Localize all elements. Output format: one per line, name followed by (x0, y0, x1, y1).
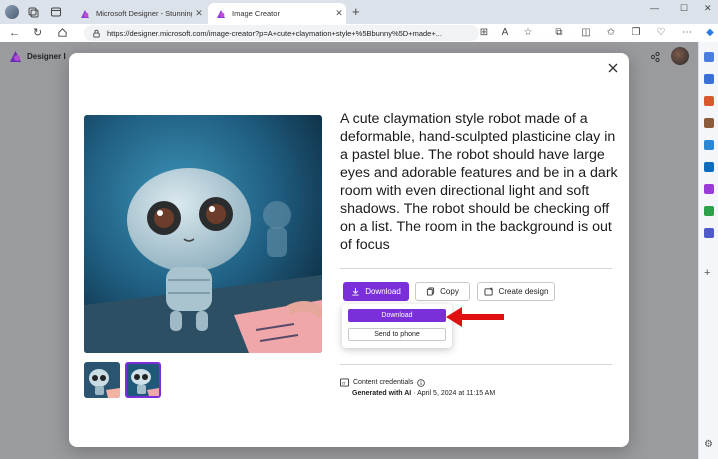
thumbnail-image (84, 362, 120, 398)
extensions-icon[interactable]: ⧉ (553, 27, 565, 39)
search-icon[interactable] (704, 52, 714, 62)
favorite-star-icon[interactable]: ☆ (522, 27, 534, 39)
browser-tab-strip: Microsoft Designer - Stunning de ✕ Image… (0, 0, 718, 24)
tab-title: Image Creator (232, 9, 280, 18)
window-close-icon[interactable]: ✕ (704, 3, 712, 14)
create-design-button[interactable]: Create design (477, 282, 555, 301)
collections-icon[interactable]: ❐ (630, 27, 642, 39)
designer-favicon-icon (217, 9, 225, 18)
browser-profile-avatar[interactable] (5, 5, 19, 19)
app-available-icon[interactable]: ⊞ (478, 27, 490, 39)
tab-close-icon[interactable]: ✕ (192, 8, 206, 19)
copilot-icon[interactable]: ◆ (704, 27, 716, 39)
thumbnail-2-selected[interactable] (125, 362, 161, 398)
designer-icon[interactable] (704, 184, 714, 194)
annotation-arrow (446, 307, 504, 327)
games-icon[interactable] (704, 118, 714, 128)
minimize-icon[interactable]: — (650, 3, 659, 13)
svg-text:cr: cr (342, 381, 346, 386)
tab-image-creator[interactable]: Image Creator ✕ (208, 3, 346, 24)
url-text: https://designer.microsoft.com/image-cre… (107, 28, 442, 38)
favorites-icon[interactable]: ✩ (605, 27, 617, 39)
user-avatar[interactable] (671, 47, 689, 65)
app-name: Designer I (27, 52, 66, 61)
robot-illustration (84, 115, 322, 353)
split-screen-icon[interactable]: ◫ (580, 27, 592, 39)
content-credentials-icon: cr (340, 378, 349, 387)
home-icon[interactable] (57, 27, 68, 38)
address-bar[interactable]: https://designer.microsoft.com/image-cre… (84, 25, 479, 41)
divider (340, 364, 612, 365)
generated-image (84, 115, 322, 353)
outlook-icon[interactable] (704, 162, 714, 172)
read-aloud-icon[interactable]: A (499, 27, 511, 39)
add-sidebar-icon[interactable]: + (704, 268, 714, 279)
maximize-icon[interactable]: ☐ (680, 3, 688, 14)
copy-button[interactable]: Copy (415, 282, 470, 301)
drop-icon[interactable] (704, 206, 714, 216)
close-icon[interactable] (606, 61, 620, 75)
copy-icon (427, 287, 435, 296)
lock-icon (93, 29, 100, 38)
create-design-icon (484, 287, 493, 296)
back-icon[interactable]: ← (9, 27, 20, 39)
menu-send-to-phone-button[interactable]: Send to phone (348, 328, 446, 341)
generated-by-label: Generated with AI (352, 390, 412, 397)
refresh-icon[interactable]: ↻ (33, 27, 42, 39)
browser-toolbar: ← ↻ https://designer.microsoft.com/image… (0, 24, 718, 42)
divider (340, 268, 612, 269)
more-menu-icon[interactable]: ⋯ (681, 27, 693, 39)
share-icon[interactable] (650, 52, 660, 62)
prompt-text: A cute claymation style robot made of a … (340, 111, 618, 253)
thumbnail-1[interactable] (84, 362, 120, 398)
content-credentials-label: Content credentials (353, 379, 414, 386)
tab-title: Microsoft Designer - Stunning de (96, 9, 192, 18)
new-tab-icon[interactable]: + (352, 4, 360, 19)
menu-download-button[interactable]: Download (348, 309, 446, 322)
download-icon (352, 287, 359, 296)
browser-essentials-icon[interactable]: ♡ (655, 27, 667, 39)
designer-favicon-icon (81, 9, 89, 18)
info-icon[interactable] (417, 378, 426, 387)
shopping-icon[interactable] (704, 74, 714, 84)
sidebar-settings-icon[interactable]: ⚙ (704, 440, 714, 450)
thumbnail-image (127, 364, 159, 396)
generated-info: Generated with AI · April 5, 2024 at 11:… (352, 390, 495, 397)
workspaces-icon[interactable] (27, 6, 39, 18)
edge-sidebar: + ⚙ (698, 42, 718, 459)
tools-icon[interactable] (704, 96, 714, 106)
download-button-label: Download (365, 287, 401, 296)
tab-microsoft-designer[interactable]: Microsoft Designer - Stunning de ✕ (72, 3, 206, 24)
microsoft-365-icon[interactable] (704, 140, 714, 150)
tab-close-icon[interactable]: ✕ (332, 8, 346, 19)
content-credentials: cr Content credentials (340, 378, 426, 387)
designer-logo-icon (10, 51, 21, 62)
teams-icon[interactable] (704, 228, 714, 238)
generated-date: · April 5, 2024 at 11:15 AM (411, 390, 496, 397)
download-button[interactable]: Download (343, 282, 409, 301)
create-design-button-label: Create design (498, 287, 549, 296)
tab-actions-icon[interactable] (50, 6, 62, 18)
copy-button-label: Copy (440, 287, 459, 296)
